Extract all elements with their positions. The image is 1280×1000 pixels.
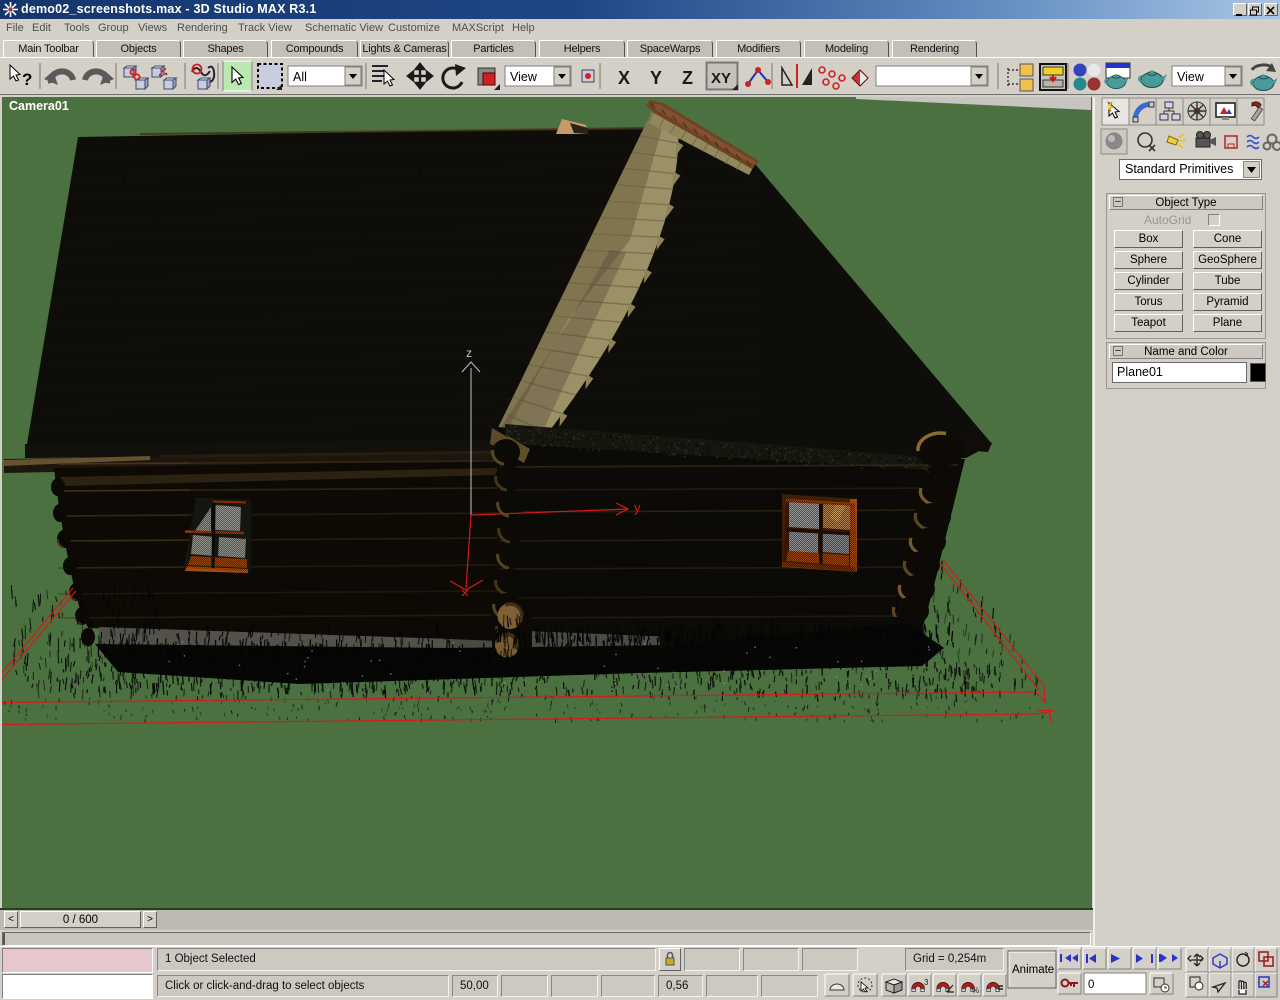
svg-text:View: View — [510, 70, 538, 84]
svg-text:Y: Y — [650, 68, 662, 88]
svg-text:View: View — [1177, 70, 1205, 84]
svg-text:Animate: Animate — [1012, 964, 1054, 976]
svg-text:3: 3 — [924, 978, 929, 987]
svg-text:y: y — [634, 500, 641, 515]
svg-text:?: ? — [22, 70, 32, 89]
svg-text:X: X — [618, 68, 630, 88]
svg-text:0: 0 — [1088, 979, 1094, 991]
svg-text:Z: Z — [682, 68, 693, 88]
svg-text:XY: XY — [711, 70, 731, 87]
svg-text:Camera01: Camera01 — [9, 99, 69, 113]
svg-text:All: All — [293, 70, 307, 84]
svg-text:%: % — [972, 986, 979, 995]
svg-text:z: z — [466, 346, 472, 360]
